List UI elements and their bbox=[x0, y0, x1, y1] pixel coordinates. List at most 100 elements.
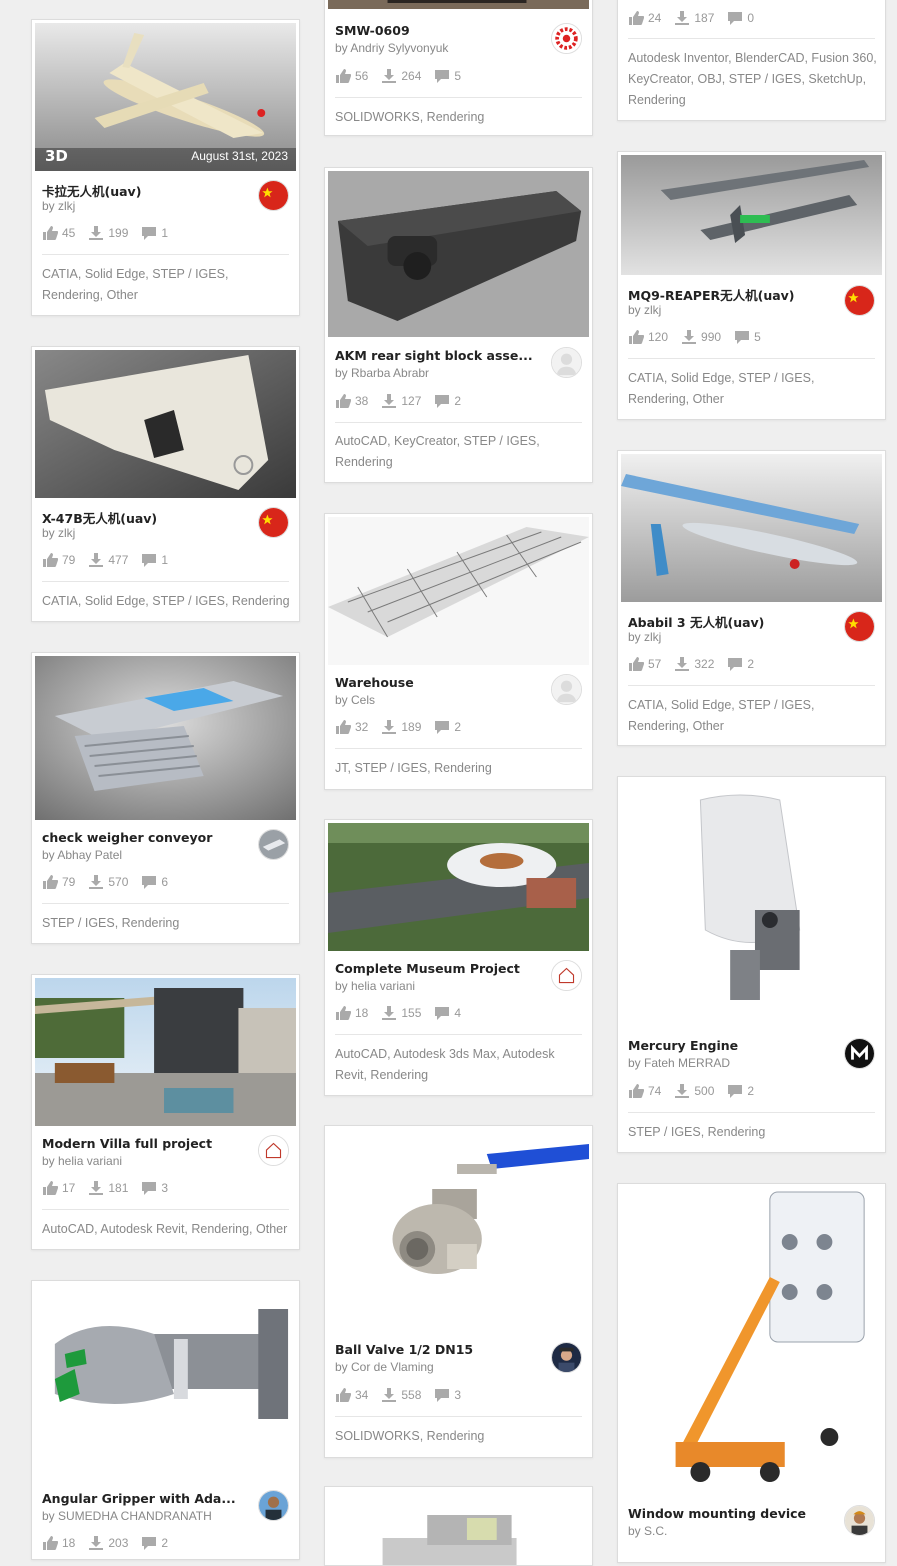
model-card-window-mounting-device[interactable]: Window mounting device by S.C. bbox=[617, 1183, 886, 1563]
model-card-smw-0609[interactable]: SMW-0609 by Andriy Sylyvonyuk 56 264 5 S… bbox=[324, 0, 593, 136]
model-card-warehouse[interactable]: Warehouse by Cels 32 189 2 JT, STEP / IG… bbox=[324, 513, 593, 790]
thumbs-up-icon[interactable] bbox=[42, 553, 58, 567]
model-card-mercury-engine[interactable]: Mercury Engine by Fateh MERRAD 74 500 2 … bbox=[617, 776, 886, 1153]
model-author[interactable]: by Fateh MERRAD bbox=[628, 1056, 730, 1070]
model-card-machine[interactable] bbox=[324, 1486, 593, 1566]
download-icon[interactable] bbox=[381, 1006, 397, 1020]
model-thumbnail[interactable] bbox=[35, 350, 296, 498]
comment-icon[interactable] bbox=[727, 11, 743, 25]
person-avatar[interactable] bbox=[258, 1490, 289, 1521]
model-thumbnail[interactable] bbox=[328, 1129, 589, 1329]
model-card-mq9-reaper[interactable]: MQ9-REAPER无人机(uav) by zlkj 120 990 5 CAT… bbox=[617, 151, 886, 420]
comment-icon[interactable] bbox=[434, 394, 450, 408]
download-icon[interactable] bbox=[88, 875, 104, 889]
comment-icon[interactable] bbox=[434, 1388, 450, 1402]
thumbs-up-icon[interactable] bbox=[628, 1084, 644, 1098]
m-logo-avatar[interactable] bbox=[844, 1038, 875, 1069]
model-title[interactable]: Window mounting device bbox=[628, 1506, 806, 1521]
download-icon[interactable] bbox=[674, 11, 690, 25]
thumbs-up-icon[interactable] bbox=[335, 1006, 351, 1020]
model-author[interactable]: by S.C. bbox=[628, 1524, 667, 1538]
model-title[interactable]: MQ9-REAPER无人机(uav) bbox=[628, 285, 795, 304]
model-thumbnail[interactable] bbox=[328, 517, 589, 665]
model-author[interactable]: by Abhay Patel bbox=[42, 848, 122, 862]
china-flag-avatar[interactable] bbox=[844, 285, 875, 316]
download-icon[interactable] bbox=[381, 1388, 397, 1402]
model-thumbnail[interactable] bbox=[328, 1490, 589, 1565]
comment-icon[interactable] bbox=[434, 69, 450, 83]
model-thumbnail[interactable] bbox=[621, 1187, 882, 1497]
default-user-avatar[interactable] bbox=[551, 674, 582, 705]
model-thumbnail[interactable]: 3D August 31st, 2023 bbox=[35, 23, 296, 171]
comment-icon[interactable] bbox=[434, 720, 450, 734]
house-logo-avatar[interactable] bbox=[551, 960, 582, 991]
thumbs-up-icon[interactable] bbox=[42, 226, 58, 240]
china-flag-avatar[interactable] bbox=[258, 180, 289, 211]
model-author[interactable]: by zlkj bbox=[628, 303, 661, 317]
thumbs-up-icon[interactable] bbox=[42, 1181, 58, 1195]
gear-logo-avatar[interactable] bbox=[551, 23, 582, 54]
thumbs-up-icon[interactable] bbox=[42, 875, 58, 889]
download-icon[interactable] bbox=[674, 657, 690, 671]
comment-icon[interactable] bbox=[734, 330, 750, 344]
model-author[interactable]: by Cels bbox=[335, 693, 375, 707]
model-title[interactable]: AKM rear sight block asse... bbox=[335, 348, 533, 363]
conveyor-avatar[interactable] bbox=[258, 829, 289, 860]
download-icon[interactable] bbox=[381, 394, 397, 408]
model-card-museum-project[interactable]: Complete Museum Project by helia variani… bbox=[324, 819, 593, 1096]
download-icon[interactable] bbox=[681, 330, 697, 344]
thumbs-up-icon[interactable] bbox=[335, 394, 351, 408]
comment-icon[interactable] bbox=[727, 657, 743, 671]
model-card-ababil3-uav[interactable]: Ababil 3 无人机(uav) by zlkj 57 322 2 CATIA… bbox=[617, 450, 886, 746]
model-author[interactable]: by zlkj bbox=[628, 630, 661, 644]
model-card-kala-uav[interactable]: 3D August 31st, 2023 卡拉无人机(uav) by zlkj … bbox=[31, 19, 300, 316]
model-title[interactable]: Modern Villa full project bbox=[42, 1136, 212, 1151]
model-card-modern-villa[interactable]: Modern Villa full project by helia varia… bbox=[31, 974, 300, 1250]
download-icon[interactable] bbox=[88, 226, 104, 240]
model-card-check-weigher[interactable]: check weigher conveyor by Abhay Patel 79… bbox=[31, 652, 300, 944]
download-icon[interactable] bbox=[674, 1084, 690, 1098]
thumbs-up-icon[interactable] bbox=[42, 1536, 58, 1550]
model-title[interactable]: Ball Valve 1/2 DN15 bbox=[335, 1342, 473, 1357]
comment-icon[interactable] bbox=[434, 1006, 450, 1020]
download-icon[interactable] bbox=[88, 1181, 104, 1195]
person-avatar[interactable] bbox=[844, 1505, 875, 1536]
model-card-x47b-uav[interactable]: X-47B无人机(uav) by zlkj 79 477 1 CATIA, So… bbox=[31, 346, 300, 622]
model-card-akm-rear-sight[interactable]: AKM rear sight block asse... by Rbarba A… bbox=[324, 167, 593, 483]
comment-icon[interactable] bbox=[141, 1536, 157, 1550]
model-author[interactable]: by helia variani bbox=[335, 979, 415, 993]
model-title[interactable]: check weigher conveyor bbox=[42, 830, 212, 845]
thumbs-up-icon[interactable] bbox=[335, 720, 351, 734]
comment-icon[interactable] bbox=[141, 875, 157, 889]
model-author[interactable]: by Cor de Vlaming bbox=[335, 1360, 434, 1374]
china-flag-avatar[interactable] bbox=[844, 611, 875, 642]
model-title[interactable]: Warehouse bbox=[335, 675, 414, 690]
model-thumbnail[interactable] bbox=[35, 978, 296, 1126]
model-author[interactable]: by SUMEDHA CHANDRANATH bbox=[42, 1509, 212, 1523]
person-avatar[interactable] bbox=[551, 1342, 582, 1373]
thumbs-up-icon[interactable] bbox=[628, 330, 644, 344]
model-author[interactable]: by helia variani bbox=[42, 1154, 122, 1168]
model-title[interactable]: 卡拉无人机(uav) bbox=[42, 181, 141, 200]
model-thumbnail[interactable] bbox=[35, 656, 296, 820]
model-title[interactable]: SMW-0609 bbox=[335, 23, 410, 38]
model-author[interactable]: by zlkj bbox=[42, 526, 75, 540]
model-thumbnail[interactable] bbox=[621, 155, 882, 275]
thumbs-up-icon[interactable] bbox=[628, 11, 644, 25]
model-thumbnail[interactable] bbox=[621, 454, 882, 602]
model-title[interactable]: Ababil 3 无人机(uav) bbox=[628, 612, 764, 631]
model-card-angular-gripper[interactable]: Angular Gripper with Ada... by SUMEDHA C… bbox=[31, 1280, 300, 1560]
thumbs-up-icon[interactable] bbox=[335, 1388, 351, 1402]
china-flag-avatar[interactable] bbox=[258, 507, 289, 538]
model-thumbnail[interactable] bbox=[35, 1284, 296, 1479]
thumbs-up-icon[interactable] bbox=[335, 69, 351, 83]
model-author[interactable]: by Rbarba Abrabr bbox=[335, 366, 429, 380]
model-thumbnail[interactable] bbox=[328, 0, 589, 9]
comment-icon[interactable] bbox=[141, 226, 157, 240]
download-icon[interactable] bbox=[88, 553, 104, 567]
default-user-avatar[interactable] bbox=[551, 347, 582, 378]
comment-icon[interactable] bbox=[727, 1084, 743, 1098]
model-author[interactable]: by zlkj bbox=[42, 199, 75, 213]
model-thumbnail[interactable] bbox=[328, 171, 589, 337]
model-title[interactable]: Mercury Engine bbox=[628, 1038, 738, 1053]
